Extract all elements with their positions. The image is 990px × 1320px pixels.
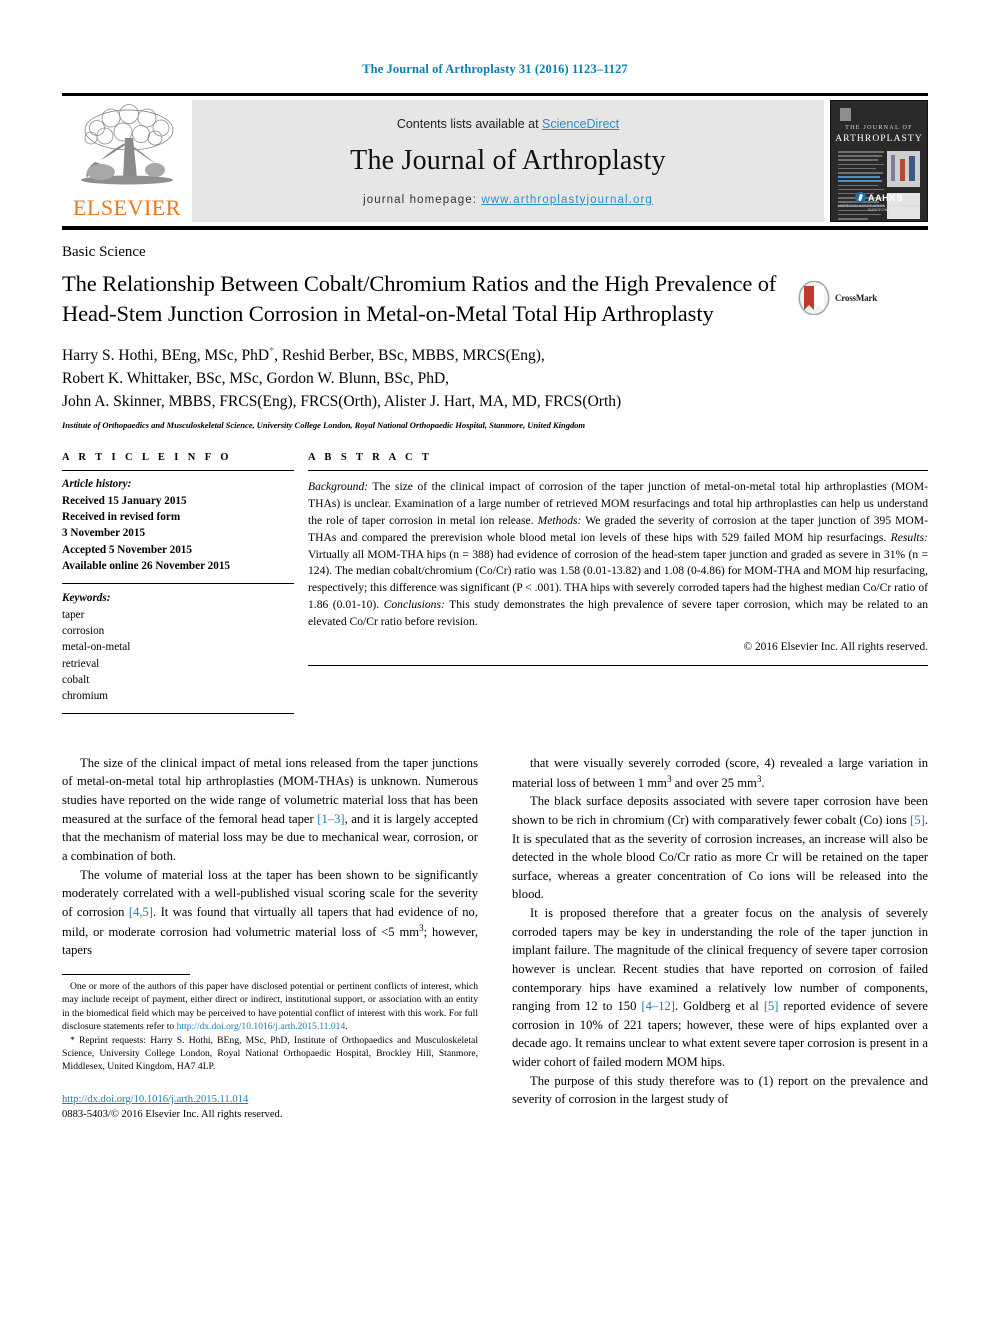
keyword-item: cobalt [62, 674, 90, 687]
page-title: The Relationship Between Cobalt/Chromium… [62, 271, 777, 326]
article-history-label: Article history: [62, 478, 132, 491]
footnote-rule [62, 973, 190, 975]
masthead-bottom-rule [62, 226, 928, 230]
author-affiliation: Institute of Orthopaedics and Musculoske… [62, 420, 586, 431]
elsevier-wordmark: ELSEVIER [73, 194, 181, 220]
elsevier-tree-icon [81, 103, 174, 184]
article-info-heading: A R T I C L E I N F O [62, 452, 232, 464]
journal-masthead: ELSEVIER Contents lists available at Sci… [62, 96, 928, 226]
author-line-3: John A. Skinner, MBBS, FRCS(Eng), FRCS(O… [62, 392, 622, 410]
crossmark-icon [797, 280, 831, 316]
abstract-copyright: © 2016 Elsevier Inc. All rights reserved… [743, 640, 928, 653]
crossmark-label: CrossMark [835, 293, 878, 303]
footnote-reprint-text: Reprint requests: Harry S. Hothi, BEng, … [62, 1034, 478, 1073]
author-line-1a: Harry S. Hothi, BEng, MSc, PhD [62, 347, 270, 364]
sciencedirect-link[interactable]: ScienceDirect [542, 117, 619, 131]
author-list: Harry S. Hothi, BEng, MSc, PhD*, Reshid … [62, 345, 928, 414]
history-item: Accepted 5 November 2015 [62, 543, 192, 556]
cover-figure-1 [887, 151, 920, 187]
body-text: The volume of material loss at the taper… [62, 867, 478, 958]
doi-block: http://dx.doi.org/10.1016/j.arth.2015.11… [62, 1092, 478, 1123]
history-item: 3 November 2015 [62, 527, 146, 540]
citation-link[interactable]: [5] [764, 999, 779, 1013]
keyword-item: chromium [62, 690, 108, 703]
footnote-conflict: One or more of the authors of this paper… [62, 980, 478, 1034]
abstract-label-background: Background: [308, 480, 369, 494]
citation-link[interactable]: [4–12] [641, 999, 675, 1013]
cover-emblem-icon [840, 108, 851, 121]
journal-article-page: The Journal of Arthroplasty 31 (2016) 11… [0, 0, 990, 1320]
footnote-reprint-marker: * [70, 1034, 75, 1046]
abstract-label-results: Results: [890, 530, 929, 544]
homepage-prefix: journal homepage: [363, 193, 482, 206]
journal-title: The Journal of Arthroplasty [350, 144, 666, 176]
history-item: Received 15 January 2015 [62, 494, 187, 507]
footnotes-block: One or more of the authors of this paper… [62, 973, 478, 1074]
body-text: The black surface deposits associated wi… [512, 794, 928, 902]
citation-link[interactable]: [4,5] [129, 905, 153, 919]
abstract-label-methods: Methods: [537, 513, 582, 527]
body-paragraph: The black surface deposits associated wi… [512, 792, 928, 904]
keywords-block: Keywords: taper corrosion metal-on-metal… [62, 584, 294, 704]
body-paragraph: The volume of material loss at the taper… [62, 866, 478, 960]
keywords-label: Keywords: [62, 592, 111, 605]
journal-citation-line: The Journal of Arthroplasty 31 (2016) 11… [362, 62, 628, 76]
cover-title-line1: THE JOURNAL OF [845, 125, 913, 131]
citation-link[interactable]: [5] [910, 813, 925, 827]
body-text: The size of the clinical impact of metal… [62, 755, 478, 863]
keywords-bottom-divider [62, 712, 294, 714]
cover-title-line2: ARTHROPLASTY [835, 134, 923, 144]
keyword-item: taper [62, 608, 85, 621]
keyword-item: corrosion [62, 625, 105, 638]
aahks-wordmark: AAHKS [867, 193, 903, 203]
aahks-logo: AAHKS AMERICAN ASSOCIATION OF HIP AND KN… [831, 192, 927, 212]
history-item: Available online 26 November 2015 [62, 560, 231, 573]
abstract-label-conclusions: Conclusions: [383, 597, 445, 611]
masthead-center: Contents lists available at ScienceDirec… [192, 100, 824, 222]
title-row: The Relationship Between Cobalt/Chromium… [62, 269, 928, 329]
body-column-right: that were visually severely corroded (sc… [512, 754, 928, 1123]
article-section-label: Basic Science [62, 244, 146, 260]
body-text: that were visually severely corroded (sc… [512, 755, 928, 790]
body-paragraph: The purpose of this study therefore was … [512, 1072, 928, 1109]
body-paragraph: It is proposed therefore that a greater … [512, 904, 928, 1072]
author-line-1: Harry S. Hothi, BEng, MSc, PhD*, Reshid … [62, 345, 928, 368]
footnote-conflict-end: . [345, 1021, 348, 1033]
journal-homepage-link[interactable]: www.arthroplastyjournal.org [481, 194, 653, 206]
history-item: Received in revised form [62, 511, 181, 524]
body-column-left: The size of the clinical impact of metal… [62, 754, 478, 1123]
body-text: The purpose of this study therefore was … [512, 1073, 928, 1107]
citation-link[interactable]: [1–3] [317, 812, 344, 826]
abstract-column: A B S T R A C T Background: The size of … [308, 452, 928, 713]
contents-prefix: Contents lists available at [396, 116, 543, 131]
body-paragraph: that were visually severely corroded (sc… [512, 754, 928, 792]
body-paragraph: The size of the clinical impact of metal… [62, 754, 478, 866]
article-info-column: A R T I C L E I N F O Article history: R… [62, 452, 294, 714]
aahks-subtitle: AMERICAN ASSOCIATION OF HIP AND KNEE SUR… [837, 204, 921, 212]
info-abstract-row: A R T I C L E I N F O Article history: R… [62, 452, 928, 714]
abstract-body: Background: The size of the clinical imp… [308, 471, 928, 630]
article-doi-link[interactable]: http://dx.doi.org/10.1016/j.arth.2015.11… [62, 1094, 248, 1105]
aahks-circle-icon [854, 192, 866, 203]
issn-copyright-line: 0883-5403/© 2016 Elsevier Inc. All right… [62, 1109, 283, 1121]
author-line-2: Robert K. Whittaker, BSc, MSc, Gordon W.… [62, 369, 450, 387]
journal-homepage-line: journal homepage: www.arthroplastyjourna… [363, 194, 653, 206]
keyword-item: retrieval [62, 657, 100, 670]
author-line-1b: , Reshid Berber, BSc, MBBS, MRCS(Eng), [274, 347, 545, 364]
journal-cover-thumbnail[interactable]: THE JOURNAL OF ARTHROPLASTY AAHKS AMERIC… [830, 100, 928, 222]
footnote-doi-link[interactable]: http://dx.doi.org/10.1016/j.arth.2015.11… [177, 1021, 346, 1032]
elsevier-logo: ELSEVIER [62, 96, 192, 226]
keyword-item: metal-on-metal [62, 641, 131, 654]
article-history-block: Article history: Received 15 January 201… [62, 471, 294, 574]
contents-available-line: Contents lists available at ScienceDirec… [397, 117, 619, 131]
footnote-reprint: * Reprint requests: Harry S. Hothi, BEng… [62, 1034, 478, 1074]
body-text: It is proposed therefore that a greater … [512, 906, 928, 1069]
abstract-bottom-divider [308, 664, 928, 666]
body-columns: The size of the clinical impact of metal… [62, 754, 928, 1123]
crossmark-badge[interactable]: CrossMark [797, 280, 889, 316]
abstract-heading: A B S T R A C T [308, 452, 433, 464]
